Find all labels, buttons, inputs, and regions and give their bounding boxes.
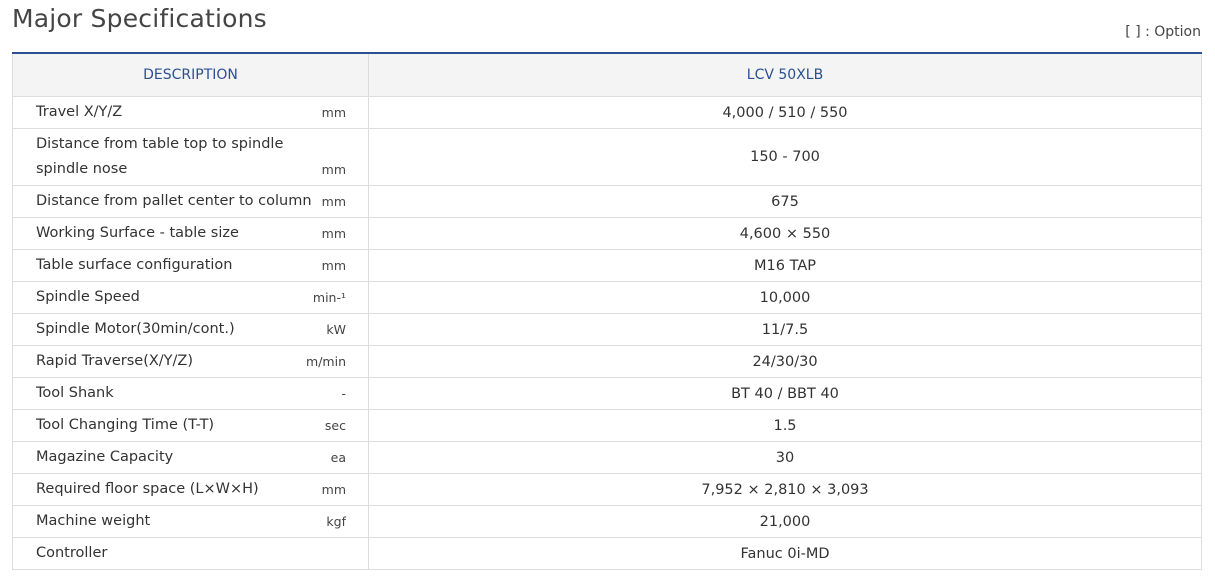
row-unit: m/min xyxy=(306,354,346,369)
row-unit: ea xyxy=(330,450,346,465)
row-value: M16 TAP xyxy=(368,249,1202,282)
row-label: Spindle Speed xyxy=(36,289,140,305)
row-unit: - xyxy=(341,386,346,401)
row-value: 1.5 xyxy=(368,409,1202,442)
row-value: 675 xyxy=(368,185,1202,218)
row-label: Working Surface - table size xyxy=(36,225,239,241)
row-unit: sec xyxy=(324,418,346,433)
row-unit: kW xyxy=(326,322,346,337)
table-row: Rapid Traverse(X/Y/Z) m/min 24/30/30 xyxy=(12,345,1202,378)
row-value: 7,952 × 2,810 × 3,093 xyxy=(368,473,1202,506)
row-value: Fanuc 0i-MD xyxy=(368,537,1202,570)
row-label: Rapid Traverse(X/Y/Z) xyxy=(36,353,194,369)
row-unit: mm xyxy=(321,226,346,241)
row-label: Distance from pallet center to column xyxy=(36,193,312,209)
row-label: Spindle Motor(30min/cont.) xyxy=(36,321,235,337)
table-header-row: DESCRIPTION LCV 50XLB xyxy=(12,52,1202,97)
row-value: 24/30/30 xyxy=(368,345,1202,378)
table-row: Magazine Capacity ea 30 xyxy=(12,441,1202,474)
row-label: Table surface configuration xyxy=(36,257,233,273)
row-label: Tool Shank xyxy=(36,385,114,401)
row-label: Magazine Capacity xyxy=(36,449,174,465)
table-row: Distance from table top to spindle spind… xyxy=(12,128,1202,186)
table-row: Tool Changing Time (T-T) sec 1.5 xyxy=(12,409,1202,442)
row-value: 21,000 xyxy=(368,505,1202,538)
table-row: Table surface configuration mm M16 TAP xyxy=(12,249,1202,282)
table-row: Distance from pallet center to column mm … xyxy=(12,185,1202,218)
spec-table: DESCRIPTION LCV 50XLB Travel X/Y/Z mm 4,0… xyxy=(12,52,1202,570)
row-value: 11/7.5 xyxy=(368,313,1202,346)
row-unit: mm xyxy=(321,194,346,209)
row-value: 10,000 xyxy=(368,281,1202,314)
row-label: Controller xyxy=(36,545,108,561)
row-unit: mm xyxy=(321,105,346,120)
header-model: LCV 50XLB xyxy=(368,52,1202,97)
table-row: Controller Fanuc 0i-MD xyxy=(12,537,1202,570)
row-unit: mm xyxy=(321,258,346,273)
row-unit: mm xyxy=(321,482,346,497)
row-unit: mm xyxy=(321,162,346,177)
table-row: Working Surface - table size mm 4,600 × 5… xyxy=(12,217,1202,250)
table-row: Tool Shank - BT 40 / BBT 40 xyxy=(12,377,1202,410)
table-row: Travel X/Y/Z mm 4,000 / 510 / 550 xyxy=(12,96,1202,129)
table-row: Spindle Speed min-¹ 10,000 xyxy=(12,281,1202,314)
row-value: 4,000 / 510 / 550 xyxy=(368,96,1202,129)
table-row: Required floor space (L×W×H) mm 7,952 × 2… xyxy=(12,473,1202,506)
header-description: DESCRIPTION xyxy=(12,52,369,97)
row-label: Tool Changing Time (T-T) xyxy=(36,417,215,433)
row-value: 30 xyxy=(368,441,1202,474)
row-label: Machine weight xyxy=(36,513,151,529)
row-value: 150 - 700 xyxy=(368,128,1202,186)
row-value: BT 40 / BBT 40 xyxy=(368,377,1202,410)
row-unit: kgf xyxy=(326,514,346,529)
table-row: Machine weight kgf 21,000 xyxy=(12,505,1202,538)
page-title: Major Specifications xyxy=(12,4,267,33)
row-label: Distance from table top to spindle spind… xyxy=(36,136,284,177)
table-row: Spindle Motor(30min/cont.) kW 11/7.5 xyxy=(12,313,1202,346)
row-label: Required floor space (L×W×H) xyxy=(36,481,259,497)
option-legend: [ ] : Option xyxy=(1125,24,1201,40)
row-unit: min-¹ xyxy=(312,290,346,305)
row-label: Travel X/Y/Z xyxy=(36,104,123,120)
row-value: 4,600 × 550 xyxy=(368,217,1202,250)
